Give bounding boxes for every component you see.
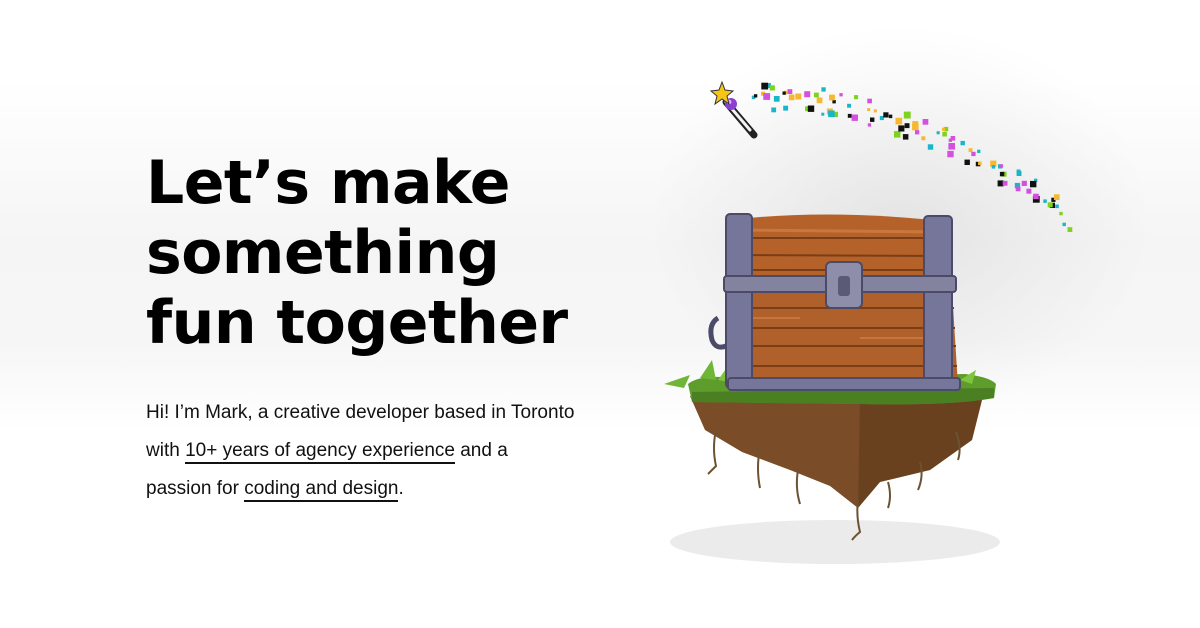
- sparkle: [927, 144, 934, 150]
- sparkle: [847, 103, 851, 108]
- sparkle: [991, 165, 996, 169]
- sparkle: [898, 125, 905, 132]
- sparkle: [1043, 199, 1047, 203]
- sparkle: [1015, 186, 1021, 192]
- sparkle: [1055, 204, 1059, 209]
- sparkle: [1059, 211, 1063, 216]
- sparkle: [873, 109, 877, 113]
- sparkle: [999, 164, 1004, 168]
- sparkle: [821, 112, 825, 116]
- sparkle: [1047, 202, 1053, 208]
- sparkle: [948, 143, 955, 150]
- sparkle: [769, 85, 775, 91]
- sparkle: [915, 130, 920, 135]
- sparkle: [816, 97, 823, 104]
- sparkle: [763, 93, 771, 100]
- sparkle: [936, 131, 940, 135]
- sparkle: [1016, 171, 1022, 176]
- sparkle: [964, 159, 970, 165]
- sparkle: [879, 116, 884, 121]
- sparkle: [921, 136, 926, 141]
- magic-wand-icon: [709, 80, 758, 139]
- headline-line-1: Let’s make: [146, 148, 511, 218]
- coding-design-link[interactable]: coding and design: [244, 478, 399, 502]
- sparkle: [773, 96, 780, 102]
- sparkle: [1002, 180, 1008, 186]
- treasure-chest: [708, 213, 961, 391]
- sparkle: [782, 91, 786, 95]
- sparkle: [795, 93, 802, 100]
- sparkle: [997, 180, 1004, 187]
- sparkle: [814, 92, 819, 98]
- sparkle: [968, 148, 973, 153]
- sparkle: [971, 151, 976, 157]
- sparkle: [978, 161, 982, 166]
- sparkle: [1067, 227, 1073, 232]
- headline-line-3: fun together: [146, 288, 568, 358]
- sparkle: [902, 134, 909, 140]
- sparkle: [904, 123, 910, 129]
- sparkle: [903, 111, 911, 119]
- sparkle: [761, 82, 769, 90]
- intro-text-3: .: [398, 478, 404, 499]
- sparkle: [829, 94, 835, 101]
- sparkle: [839, 93, 843, 97]
- sparkle: [912, 123, 919, 131]
- intro-paragraph: Hi! I’m Mark, a creative developer based…: [146, 394, 576, 508]
- hero-section: Let’s make something fun together Hi! I’…: [146, 148, 606, 508]
- sparkle: [947, 150, 954, 158]
- sparkle: [828, 110, 835, 118]
- sparkle: [1033, 193, 1039, 200]
- sparkle: [788, 94, 795, 101]
- sparkle: [922, 119, 929, 125]
- sparkle: [888, 114, 893, 119]
- sparkle: [832, 100, 836, 104]
- island-shadow: [670, 520, 1000, 564]
- headline-line-2: something: [146, 218, 500, 288]
- sparkle: [894, 131, 901, 138]
- sparkle: [977, 149, 981, 153]
- sparkle: [851, 114, 858, 121]
- experience-link[interactable]: 10+ years of agency experience: [185, 440, 455, 464]
- sparkle: [883, 112, 889, 118]
- sparkle: [950, 136, 956, 141]
- sparkle: [942, 131, 947, 137]
- sparkle: [999, 171, 1005, 177]
- headline: Let’s make something fun together: [146, 148, 606, 358]
- sparkle: [854, 95, 859, 100]
- sparkle: [754, 94, 758, 98]
- sparkle: [1026, 188, 1032, 194]
- sparkle: [867, 108, 871, 112]
- sparkle: [783, 105, 789, 111]
- sparkle: [804, 91, 811, 98]
- sparkle: [942, 127, 946, 131]
- sparkle: [847, 113, 852, 118]
- sparkle: [807, 105, 815, 112]
- treasure-island-illustration: [650, 70, 1100, 590]
- sparkle: [867, 98, 872, 104]
- sparkle: [1021, 180, 1027, 186]
- sparkle: [771, 107, 777, 113]
- sparkle-trail: [751, 82, 1073, 232]
- sparkle: [867, 123, 872, 127]
- sparkle: [960, 140, 965, 146]
- sparkle: [895, 117, 903, 125]
- sparkle: [1062, 222, 1066, 227]
- sparkle: [1053, 194, 1060, 200]
- sparkle: [821, 87, 826, 92]
- sparkle: [1030, 180, 1037, 188]
- sparkle: [870, 117, 875, 122]
- sparkle: [787, 89, 793, 94]
